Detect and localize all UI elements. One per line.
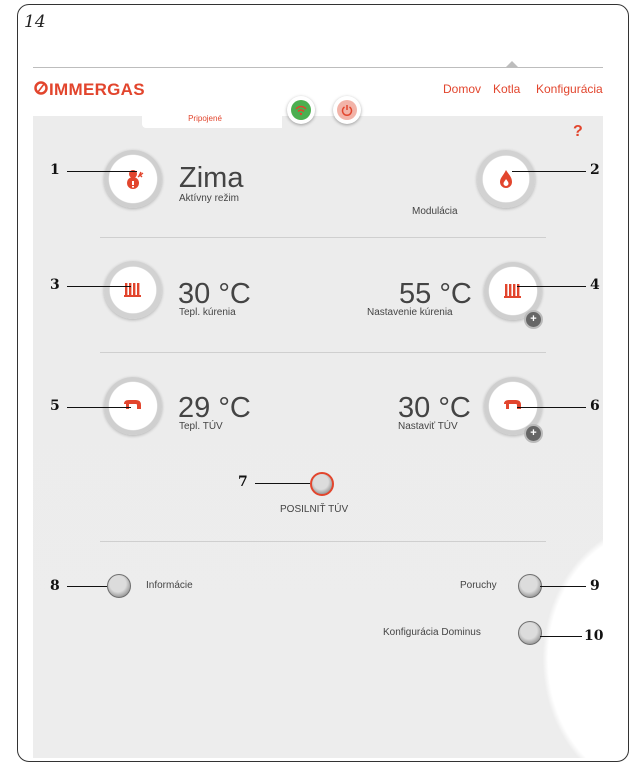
immergas-logo: IMMERGAS [34, 80, 145, 100]
dhw-setpoint-value: 30 °C [398, 392, 471, 424]
leader-line [67, 286, 131, 287]
wifi-icon [291, 100, 311, 120]
dhw-temp-label: Tepl. TÚV [179, 421, 223, 432]
callout-4: 4 [590, 277, 600, 293]
heating-temp-label: Tepl. kúrenia [179, 307, 236, 318]
radiator-icon [124, 283, 141, 297]
leader-line [517, 407, 586, 408]
heating-setpoint-label: Nastavenie kúrenia [367, 307, 453, 318]
callout-2: 2 [590, 162, 600, 178]
tap-icon [124, 400, 141, 409]
dhw-temp-button[interactable] [104, 377, 162, 435]
wifi-button[interactable] [287, 96, 315, 124]
callout-9: 9 [590, 578, 600, 594]
leader-line [540, 586, 586, 587]
leader-line [67, 586, 107, 587]
heating-temp-button[interactable] [104, 261, 162, 319]
nav-domov[interactable]: Domov [443, 82, 481, 96]
radiator-icon [504, 284, 521, 298]
callout-7: 7 [238, 474, 248, 490]
leader-line [67, 171, 137, 172]
help-button[interactable]: ? [573, 123, 583, 141]
leader-line [255, 483, 310, 484]
divider [100, 352, 546, 353]
faults-label: Poruchy [460, 580, 497, 591]
callout-1: 1 [50, 162, 60, 178]
dhw-setpoint-label: Nastaviť TÚV [398, 421, 458, 432]
modulation-button[interactable] [477, 150, 535, 208]
callout-5: 5 [50, 398, 60, 414]
leader-line [540, 636, 582, 637]
connection-status: Pripojené [188, 114, 222, 123]
logo-mark-icon [34, 80, 48, 100]
modulation-label: Modulácia [412, 206, 458, 217]
nav-indicator [506, 61, 518, 67]
page-number: 14 [24, 12, 46, 32]
nav-kotla[interactable]: Kotla [493, 82, 520, 96]
dominus-button[interactable] [518, 621, 542, 645]
dhw-plus-icon[interactable]: + [524, 424, 543, 443]
dominus-label: Konfigurácia Dominus [383, 627, 481, 638]
info-label: Informácie [146, 580, 193, 591]
heating-setpoint-value: 55 °C [399, 278, 472, 310]
dhw-temp-value: 29 °C [178, 392, 251, 424]
header-line [33, 67, 603, 68]
heating-plus-icon[interactable]: + [524, 310, 543, 329]
divider [100, 541, 546, 542]
boost-button[interactable] [310, 472, 334, 496]
mode-label: Aktívny režim [179, 193, 240, 204]
callout-3: 3 [50, 277, 60, 293]
mode-value: Zima [179, 162, 244, 194]
boost-label: POSILNIŤ TÚV [280, 504, 349, 515]
callout-8: 8 [50, 578, 60, 594]
main-panel [33, 116, 603, 758]
leader-line [512, 171, 586, 172]
heating-temp-value: 30 °C [178, 278, 251, 310]
nav-konfiguracia[interactable]: Konfigurácia [536, 82, 603, 96]
power-icon [337, 100, 357, 120]
leader-line [67, 407, 131, 408]
power-button[interactable] [333, 96, 361, 124]
tap-icon [504, 400, 521, 409]
logo-text: IMMERGAS [49, 80, 145, 99]
faults-button[interactable] [518, 574, 542, 598]
info-button[interactable] [107, 574, 131, 598]
callout-10: 10 [584, 628, 604, 644]
leader-line [517, 286, 586, 287]
callout-6: 6 [590, 398, 600, 414]
mode-button[interactable] [104, 150, 162, 208]
divider [100, 237, 546, 238]
